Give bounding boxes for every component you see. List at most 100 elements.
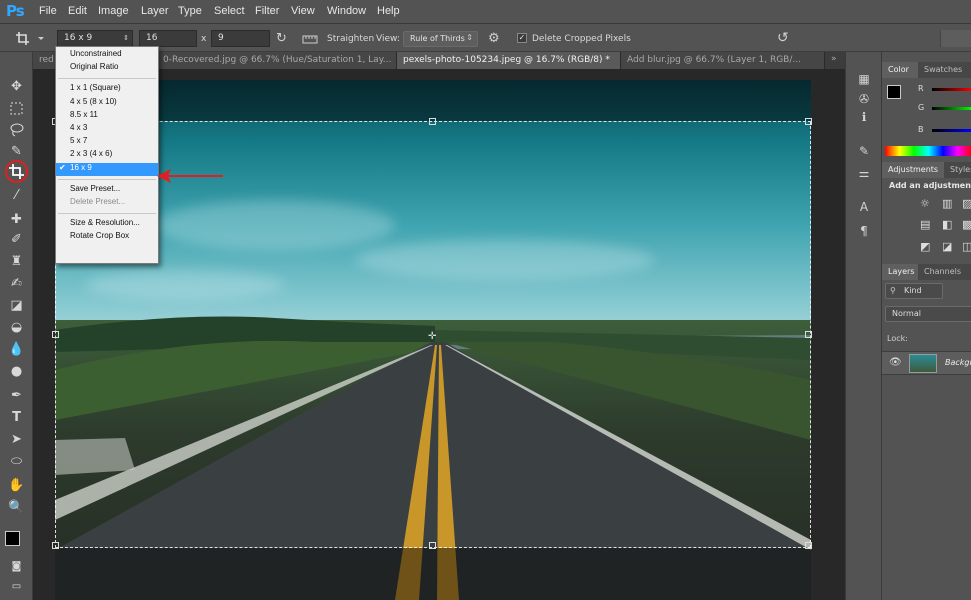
menu-select[interactable]: Select [214, 5, 245, 17]
brush-tool-icon[interactable]: ✐ [7, 230, 26, 249]
crop-handle-top-right[interactable] [805, 118, 812, 125]
eyedropper-tool-icon[interactable]: ⁄ [7, 186, 26, 205]
pen-tool-icon[interactable]: ✒ [7, 386, 26, 405]
lasso-tool-icon[interactable] [7, 120, 26, 139]
properties-icon[interactable]: ✇ [855, 90, 873, 108]
workspace-switcher[interactable] [940, 30, 971, 47]
clone-stamp-tool-icon[interactable]: ♜ [7, 252, 26, 271]
tool-presets-icon[interactable]: ⚌ [855, 164, 873, 182]
tab-channels[interactable]: Channels [918, 264, 971, 280]
ratio-preset-select[interactable]: 16 x 9 ⇕ [57, 30, 133, 47]
menu-image[interactable]: Image [98, 5, 129, 17]
crop-handle-left[interactable] [52, 331, 59, 338]
dropdown-item[interactable]: 4 x 5 (8 x 10) [56, 97, 158, 110]
menu-view[interactable]: View [291, 5, 315, 17]
blend-mode-select[interactable]: Normal [885, 306, 971, 322]
quick-mask-icon[interactable]: ◙ [7, 557, 26, 576]
layer-row[interactable]: 👁 Backgr [882, 351, 971, 375]
dropdown-item[interactable]: 16 x 9 ✔ [56, 162, 158, 176]
dropdown-item[interactable]: Unconstrained [56, 49, 158, 62]
crop-handle-bottom-right[interactable] [805, 542, 812, 549]
crop-handle-top[interactable] [429, 118, 436, 125]
menu-type[interactable]: Type [178, 5, 202, 17]
type-tool-icon[interactable]: T [7, 408, 26, 427]
dropdown-item[interactable]: 8.5 x 11 [56, 110, 158, 123]
delete-cropped-checkbox[interactable]: ✓ [517, 33, 527, 43]
crop-tool-icon[interactable] [7, 162, 26, 181]
curves-adjustment-icon[interactable]: ▨ [962, 197, 971, 210]
swap-dimensions[interactable]: x [201, 34, 206, 44]
path-selection-tool-icon[interactable]: ➤ [7, 430, 26, 449]
overlay-view-select[interactable]: Rule of Thirds ⇕ [403, 31, 478, 47]
color-balance-adjustment-icon[interactable]: ▩ [962, 218, 971, 231]
color-spectrum-bar[interactable] [885, 146, 971, 156]
character-icon[interactable]: A [855, 198, 873, 216]
paragraph-icon[interactable]: ¶ [855, 222, 873, 240]
crop-handle-bottom[interactable] [429, 542, 436, 549]
crop-handle-right[interactable] [805, 331, 812, 338]
channel-g-slider[interactable] [932, 107, 971, 110]
height-field[interactable]: 9 [211, 30, 270, 47]
tabs-overflow-icon[interactable]: » [831, 54, 837, 64]
menu-filter[interactable]: Filter [255, 5, 279, 17]
reset-icon[interactable]: ↺ [777, 30, 793, 46]
tab-doc-active[interactable]: pexels-photo-105234.jpeg @ 16.7% (RGB/8)… [397, 52, 621, 69]
tab-swatches[interactable]: Swatches [918, 62, 971, 78]
eye-visibility-icon[interactable]: 👁 [889, 357, 902, 368]
straighten-icon[interactable] [302, 33, 318, 45]
channel-r-slider[interactable] [932, 88, 971, 91]
levels-adjustment-icon[interactable]: ▥ [942, 197, 952, 210]
menu-file[interactable]: File [39, 5, 57, 17]
layer-filter-select[interactable]: ⚲ Kind [885, 283, 943, 299]
brightness-adjustment-icon[interactable]: ☼ [920, 197, 930, 210]
menu-help[interactable]: Help [377, 5, 400, 17]
clear-rotate-icon[interactable]: ↻ [276, 31, 292, 47]
tab-color[interactable]: Color [882, 62, 918, 78]
dodge-tool-icon[interactable]: ● [7, 362, 26, 381]
spot-healing-tool-icon[interactable]: ✚ [7, 210, 26, 229]
brush-panel-icon[interactable]: ✎ [855, 142, 873, 160]
menu-edit[interactable]: Edit [68, 5, 87, 17]
hand-tool-icon[interactable]: ✋ [7, 476, 26, 495]
dropdown-item[interactable]: 4 x 3 [56, 123, 158, 136]
hue-saturation-adjustment-icon[interactable]: ◧ [942, 218, 952, 231]
foreground-color-swatch[interactable] [5, 531, 20, 546]
dropdown-item[interactable]: 5 x 7 [56, 136, 158, 149]
dropdown-item[interactable]: Rotate Crop Box [56, 231, 158, 244]
history-icon[interactable]: ▦ [855, 70, 873, 88]
history-brush-tool-icon[interactable]: ✍ [7, 274, 26, 293]
dropdown-item[interactable]: Original Ratio [56, 62, 158, 75]
info-icon[interactable]: ℹ [855, 108, 873, 126]
tab-doc-4[interactable]: Add blur.jpg @ 66.7% (Layer 1, RGB/... [621, 52, 825, 69]
tab-doc-2[interactable]: 0-Recovered.jpg @ 66.7% (Hue/Saturation … [157, 52, 397, 69]
menu-layer[interactable]: Layer [141, 5, 169, 17]
move-tool-icon[interactable]: ✥ [7, 77, 26, 96]
threshold-adjustment-icon[interactable]: ◫ [962, 240, 971, 253]
zoom-tool-icon[interactable]: 🔍 [7, 498, 26, 517]
ellipse-tool-icon[interactable]: ⬭ [7, 452, 26, 471]
blur-tool-icon[interactable]: 💧 [7, 340, 26, 359]
tab-adjustments[interactable]: Adjustments [882, 162, 944, 178]
dropdown-item[interactable]: 1 x 1 (Square) [56, 83, 158, 96]
width-field[interactable]: 16 [139, 30, 197, 47]
eraser-tool-icon[interactable]: ◪ [7, 296, 26, 315]
tab-layers[interactable]: Layers [882, 264, 918, 280]
vibrance-adjustment-icon[interactable]: ▤ [920, 218, 930, 231]
invert-adjustment-icon[interactable]: ◩ [920, 240, 930, 253]
screen-mode-icon[interactable]: ▭ [7, 577, 26, 596]
posterize-adjustment-icon[interactable]: ◪ [942, 240, 952, 253]
dropdown-item[interactable]: Save Preset... [56, 184, 158, 197]
dropdown-item[interactable]: Size & Resolution... [56, 218, 158, 231]
paint-bucket-tool-icon[interactable]: ◒ [7, 318, 26, 337]
tab-styles[interactable]: Styles [944, 162, 971, 178]
panel-foreground-swatch[interactable] [887, 85, 901, 99]
gear-icon[interactable]: ⚙ [488, 31, 504, 47]
menu-window[interactable]: Window [327, 5, 366, 17]
channel-b-slider[interactable] [932, 129, 971, 132]
crop-handle-bottom-left[interactable] [52, 542, 59, 549]
tool-preset-picker[interactable] [14, 30, 44, 47]
marquee-tool-icon[interactable] [7, 99, 26, 118]
straighten-button[interactable]: Straighten [327, 34, 374, 44]
dropdown-item[interactable]: 2 x 3 (4 x 6) [56, 149, 158, 162]
quick-selection-tool-icon[interactable]: ✎ [7, 142, 26, 161]
